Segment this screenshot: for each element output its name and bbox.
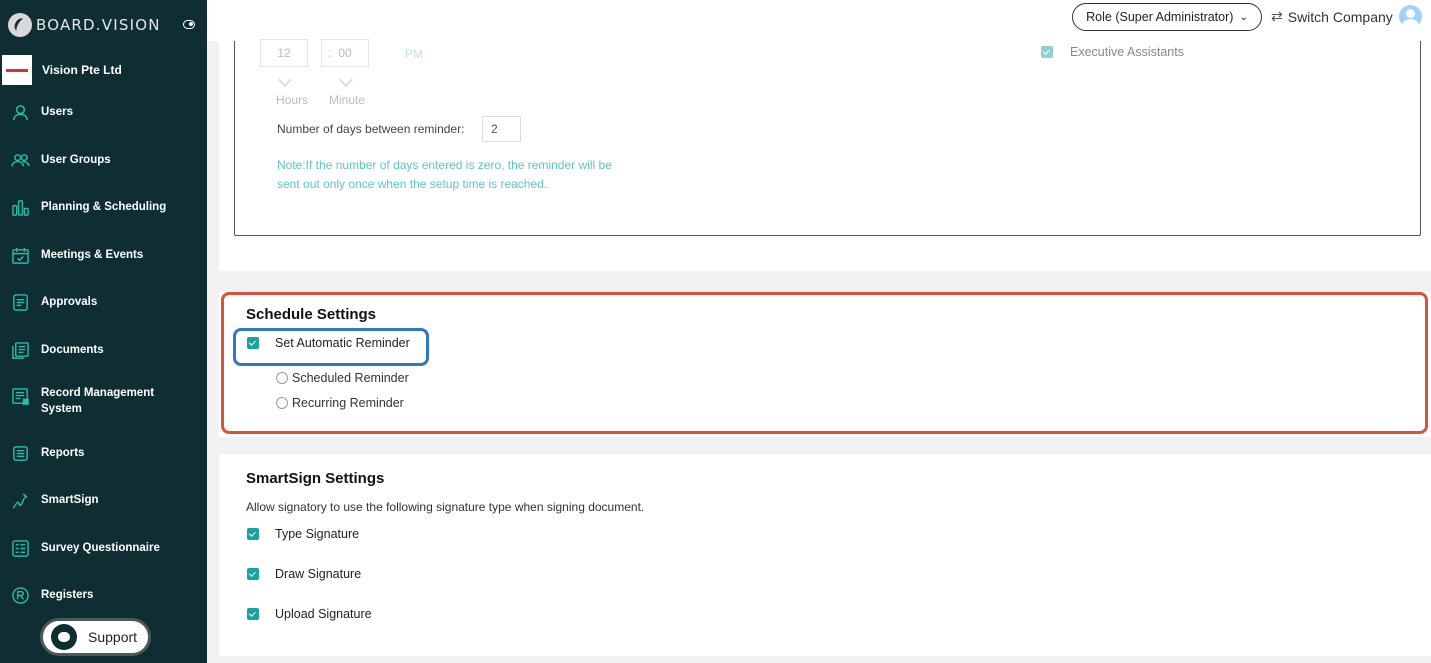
sidebar-item-approvals[interactable]: Approvals [0, 292, 207, 312]
type-signature-option[interactable]: Type Signature [247, 527, 359, 541]
survey-icon [10, 538, 30, 558]
draw-signature-option[interactable]: Draw Signature [247, 567, 361, 581]
brand-mark-icon [8, 13, 32, 37]
upload-signature-label: Upload Signature [275, 607, 372, 621]
draw-signature-checkbox[interactable] [247, 568, 259, 580]
sidebar-item-label: Approvals [41, 296, 98, 308]
sidebar-item-label: User Groups [41, 154, 111, 166]
sidebar-item-label: Survey Questionnaire [41, 542, 160, 554]
scheduled-reminder-label: Scheduled Reminder [292, 371, 409, 385]
switch-company-label: Switch Company [1287, 8, 1393, 25]
avatar[interactable] [1399, 5, 1422, 28]
support-label: Support [88, 629, 138, 645]
sidebar-item-user-groups[interactable]: User Groups [0, 150, 207, 170]
recurring-reminder-option[interactable]: Recurring Reminder [276, 396, 404, 410]
switch-company-button[interactable]: ⇄ Switch Company [1271, 8, 1393, 25]
approval-doc-icon [10, 292, 30, 312]
days-between-label: Number of days between reminder: [277, 122, 465, 136]
recurring-reminder-radio[interactable] [276, 397, 288, 409]
reminder-settings-box: 12 : 00 PM Hours Minute Number of days b… [234, 39, 1421, 236]
sidebar-item-label: Reports [41, 447, 85, 459]
sidebar-item-planning-scheduling[interactable]: Planning & Scheduling [0, 197, 207, 217]
reminder-panel: 12 : 00 PM Hours Minute Number of days b… [219, 39, 1431, 271]
sidebar-item-label: SmartSign [41, 494, 99, 506]
smartsign-settings-panel [219, 454, 1431, 656]
sidebar-item-smartsign[interactable]: SmartSign [0, 490, 207, 510]
recurring-reminder-label: Recurring Reminder [292, 396, 404, 410]
role-dropdown[interactable]: Role (Super Administrator) ⌄ [1072, 3, 1262, 31]
days-between-input[interactable]: 2 [482, 116, 521, 142]
scheduled-reminder-option[interactable]: Scheduled Reminder [276, 371, 409, 385]
upload-signature-checkbox[interactable] [247, 608, 259, 620]
company-name: Vision Pte Ltd [42, 63, 122, 77]
sidebar-item-meetings-events[interactable]: Meetings & Events [0, 245, 207, 265]
report-icon [10, 443, 30, 463]
role-label: Role (Super Administrator) [1086, 10, 1234, 24]
users-icon [10, 150, 30, 170]
bar-chart-icon [10, 197, 30, 217]
reminder-note: Note:If the number of days entered is ze… [277, 158, 612, 191]
hour-chevron-down-icon[interactable] [277, 72, 293, 88]
type-signature-label: Type Signature [275, 527, 360, 541]
sidebar-toggle-icon[interactable] [183, 20, 195, 29]
record-icon [10, 386, 30, 406]
top-header: Role (Super Administrator) ⌄ ⇄ Switch Co… [207, 0, 1431, 41]
sidebar-item-label: Record Management System [41, 387, 155, 415]
sidebar-item-users[interactable]: Users [0, 102, 207, 122]
auto-reminder-label: Set Automatic Reminder [275, 336, 410, 350]
sidebar-item-label: Meetings & Events [41, 249, 144, 261]
sidebar: BOARD.VISION Vision Pte Ltd Users User G… [0, 0, 207, 663]
user-icon [10, 102, 30, 122]
calendar-check-icon [10, 245, 30, 265]
sidebar-item-label: Planning & Scheduling [41, 201, 167, 213]
sidebar-item-label: Documents [41, 344, 104, 356]
sidebar-item-record-management[interactable]: Record Management System [0, 385, 207, 417]
sidebar-item-label: Registers [41, 589, 94, 601]
minute-chevron-down-icon[interactable] [338, 72, 354, 88]
minute-label: Minute [329, 93, 366, 107]
type-signature-checkbox[interactable] [247, 528, 259, 540]
signature-icon [10, 490, 30, 510]
smartsign-description: Allow signatory to use the following sig… [246, 500, 645, 514]
hours-label: Hours [276, 93, 309, 107]
main-content: 12 : 00 PM Hours Minute Number of days b… [219, 39, 1431, 663]
registered-icon [10, 585, 30, 605]
schedule-settings-title: Schedule Settings [246, 306, 377, 323]
executive-assistants-label: Executive Assistants [1070, 45, 1184, 59]
sidebar-item-reports[interactable]: Reports [0, 443, 207, 463]
ampm-toggle[interactable]: PM [405, 47, 423, 61]
brand-name: BOARD.VISION [36, 16, 161, 34]
minute-input[interactable]: 00 [321, 39, 369, 67]
upload-signature-option[interactable]: Upload Signature [247, 607, 372, 621]
sidebar-item-registers[interactable]: Registers [0, 585, 207, 605]
chat-icon [51, 624, 77, 650]
executive-assistants-option[interactable]: Executive Assistants [1041, 45, 1184, 59]
sidebar-item-survey[interactable]: Survey Questionnaire [0, 538, 207, 558]
company-selector[interactable]: Vision Pte Ltd [0, 55, 207, 85]
brand-logo[interactable]: BOARD.VISION [0, 0, 207, 50]
documents-icon [10, 340, 30, 360]
support-button[interactable]: Support [40, 618, 151, 656]
auto-reminder-option[interactable]: Set Automatic Reminder [247, 336, 410, 350]
executive-assistants-checkbox[interactable] [1041, 46, 1053, 58]
swap-icon: ⇄ [1271, 8, 1283, 24]
auto-reminder-checkbox[interactable] [247, 337, 259, 349]
draw-signature-label: Draw Signature [275, 567, 362, 581]
sidebar-item-label: Users [41, 106, 73, 118]
smartsign-settings-title: SmartSign Settings [246, 470, 385, 487]
chevron-down-icon: ⌄ [1239, 11, 1248, 23]
company-logo [2, 55, 32, 85]
scheduled-reminder-radio[interactable] [276, 372, 288, 384]
sidebar-item-documents[interactable]: Documents [0, 340, 207, 360]
hour-input[interactable]: 12 [260, 39, 308, 67]
